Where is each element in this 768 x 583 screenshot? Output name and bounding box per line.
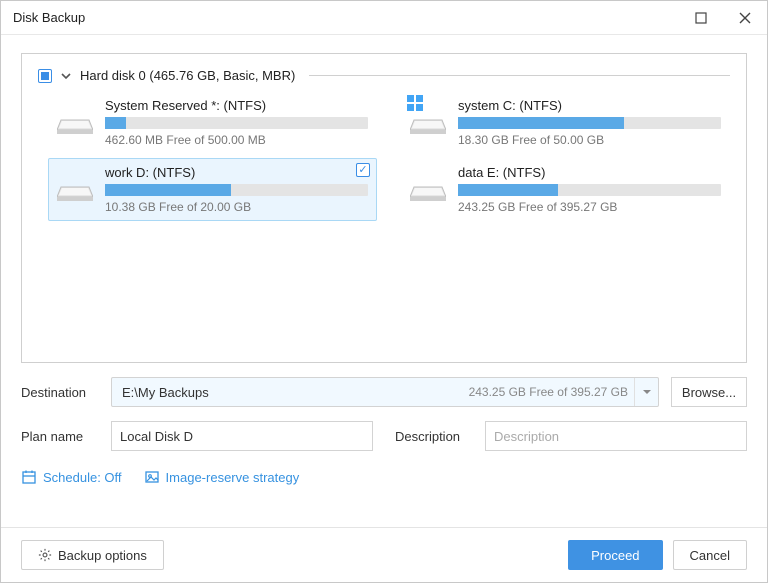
drive-icon (57, 176, 93, 204)
drive-icon (57, 109, 93, 137)
checkbox-checked[interactable]: ✓ (356, 163, 370, 177)
drive-icon (410, 109, 446, 137)
partition-name: system C: (NTFS) (458, 98, 721, 113)
proceed-button[interactable]: Proceed (568, 540, 662, 570)
close-button[interactable] (723, 1, 767, 35)
partition-name: data E: (NTFS) (458, 165, 721, 180)
disk-checkbox-partial[interactable] (38, 69, 52, 83)
usage-bar (458, 184, 721, 196)
maximize-button[interactable] (679, 1, 723, 35)
destination-field[interactable]: E:\My Backups 243.25 GB Free of 395.27 G… (111, 377, 659, 407)
image-icon (144, 469, 160, 485)
partition-item[interactable]: System Reserved *: (NTFS) 462.60 MB Free … (48, 91, 377, 154)
gear-icon (38, 548, 52, 562)
destination-free: 243.25 GB Free of 395.27 GB (469, 385, 634, 399)
disk-header[interactable]: Hard disk 0 (465.76 GB, Basic, MBR) (38, 68, 730, 83)
options-links-row: Schedule: Off Image-reserve strategy (21, 469, 747, 485)
window-title: Disk Backup (13, 10, 679, 25)
partition-free: 243.25 GB Free of 395.27 GB (458, 200, 721, 214)
image-reserve-link[interactable]: Image-reserve strategy (144, 469, 300, 485)
schedule-link-label: Schedule: Off (43, 470, 122, 485)
destination-path: E:\My Backups (112, 385, 219, 400)
schedule-link[interactable]: Schedule: Off (21, 469, 122, 485)
description-input[interactable] (485, 421, 747, 451)
chevron-down-icon[interactable] (60, 70, 72, 82)
description-label: Description (395, 429, 473, 444)
destination-row: Destination E:\My Backups 243.25 GB Free… (21, 377, 747, 407)
browse-button[interactable]: Browse... (671, 377, 747, 407)
plan-name-input[interactable] (111, 421, 373, 451)
calendar-icon (21, 469, 37, 485)
backup-options-label: Backup options (58, 548, 147, 563)
image-reserve-link-label: Image-reserve strategy (166, 470, 300, 485)
partition-free: 10.38 GB Free of 20.00 GB (105, 200, 368, 214)
usage-bar (105, 117, 368, 129)
footer: Backup options Proceed Cancel (1, 527, 767, 582)
usage-bar (105, 184, 368, 196)
chevron-down-icon (642, 387, 652, 397)
partition-item[interactable]: data E: (NTFS) 243.25 GB Free of 395.27 G… (401, 158, 730, 221)
partition-name: work D: (NTFS) (105, 165, 368, 180)
partition-item[interactable]: system C: (NTFS) 18.30 GB Free of 50.00 G… (401, 91, 730, 154)
partition-item[interactable]: work D: (NTFS) 10.38 GB Free of 20.00 GB ✓ (48, 158, 377, 221)
partition-free: 18.30 GB Free of 50.00 GB (458, 133, 721, 147)
destination-dropdown[interactable] (634, 378, 658, 406)
disk-panel: Hard disk 0 (465.76 GB, Basic, MBR) Syst… (21, 53, 747, 363)
maximize-icon (695, 12, 707, 24)
drive-icon (410, 176, 446, 204)
plan-name-label: Plan name (21, 429, 99, 444)
windows-icon (406, 94, 424, 112)
divider (309, 75, 730, 76)
titlebar: Disk Backup (1, 1, 767, 35)
partition-name: System Reserved *: (NTFS) (105, 98, 368, 113)
close-icon (739, 12, 751, 24)
usage-bar (458, 117, 721, 129)
backup-options-button[interactable]: Backup options (21, 540, 164, 570)
disk-header-label: Hard disk 0 (465.76 GB, Basic, MBR) (80, 68, 295, 83)
plan-row: Plan name Description (21, 421, 747, 451)
cancel-button[interactable]: Cancel (673, 540, 747, 570)
partition-free: 462.60 MB Free of 500.00 MB (105, 133, 368, 147)
destination-label: Destination (21, 385, 99, 400)
